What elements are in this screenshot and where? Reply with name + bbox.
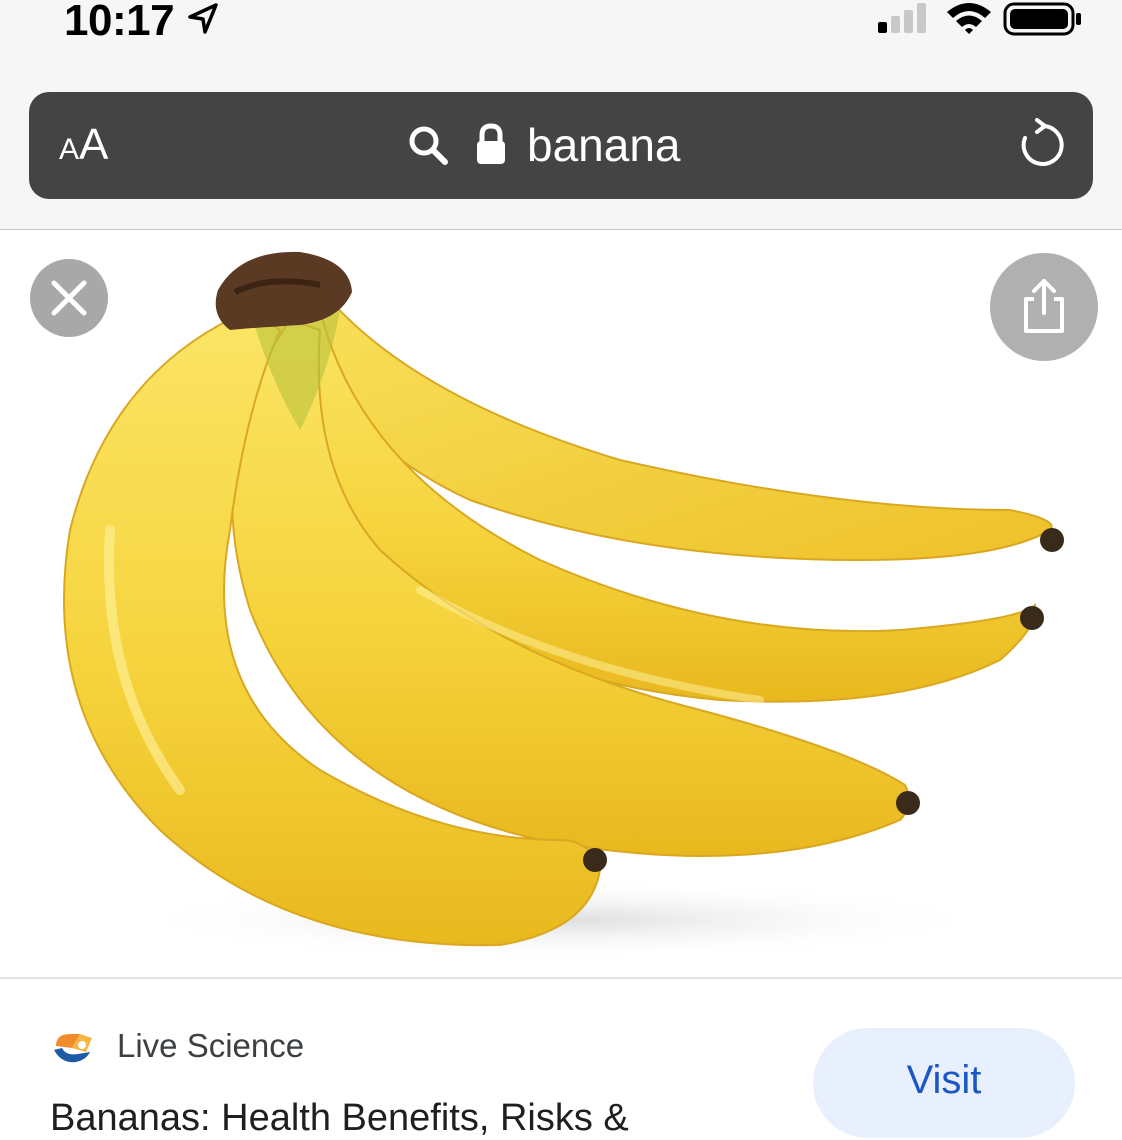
wifi-icon: [947, 3, 991, 34]
text-size-label-small: A: [59, 133, 80, 166]
image-viewer: [0, 230, 1122, 979]
banana-image: [63, 251, 1064, 960]
visit-button-label: Visit: [906, 1058, 982, 1102]
search-icon: [409, 126, 448, 165]
text-size-button[interactable]: AA: [59, 120, 108, 175]
address-bar[interactable]: AA banana: [29, 92, 1093, 199]
lock-icon: [477, 123, 505, 164]
close-icon: [51, 280, 87, 316]
location-arrow-icon: [188, 3, 218, 34]
visit-button[interactable]: Visit: [813, 1028, 1075, 1138]
result-title[interactable]: Bananas: Health Benefits, Risks &: [50, 1097, 629, 1140]
source-name[interactable]: Live Science: [117, 1027, 304, 1065]
result-info: Live Science Bananas: Health Benefits, R…: [0, 979, 1122, 1139]
url-text[interactable]: banana: [527, 118, 681, 172]
live-science-favicon-icon: [54, 1034, 92, 1063]
status-time: 10:17: [64, 0, 175, 45]
status-bar: 10:17: [0, 0, 1122, 50]
browser-toolbar: AA banana: [0, 50, 1122, 230]
battery-icon: [1003, 2, 1081, 36]
share-button[interactable]: [990, 253, 1098, 361]
cellular-signal-icon: [878, 3, 926, 33]
close-button[interactable]: [30, 259, 108, 337]
reload-icon[interactable]: [1015, 118, 1069, 172]
text-size-label-large: A: [79, 120, 109, 169]
share-icon: [1024, 279, 1064, 333]
